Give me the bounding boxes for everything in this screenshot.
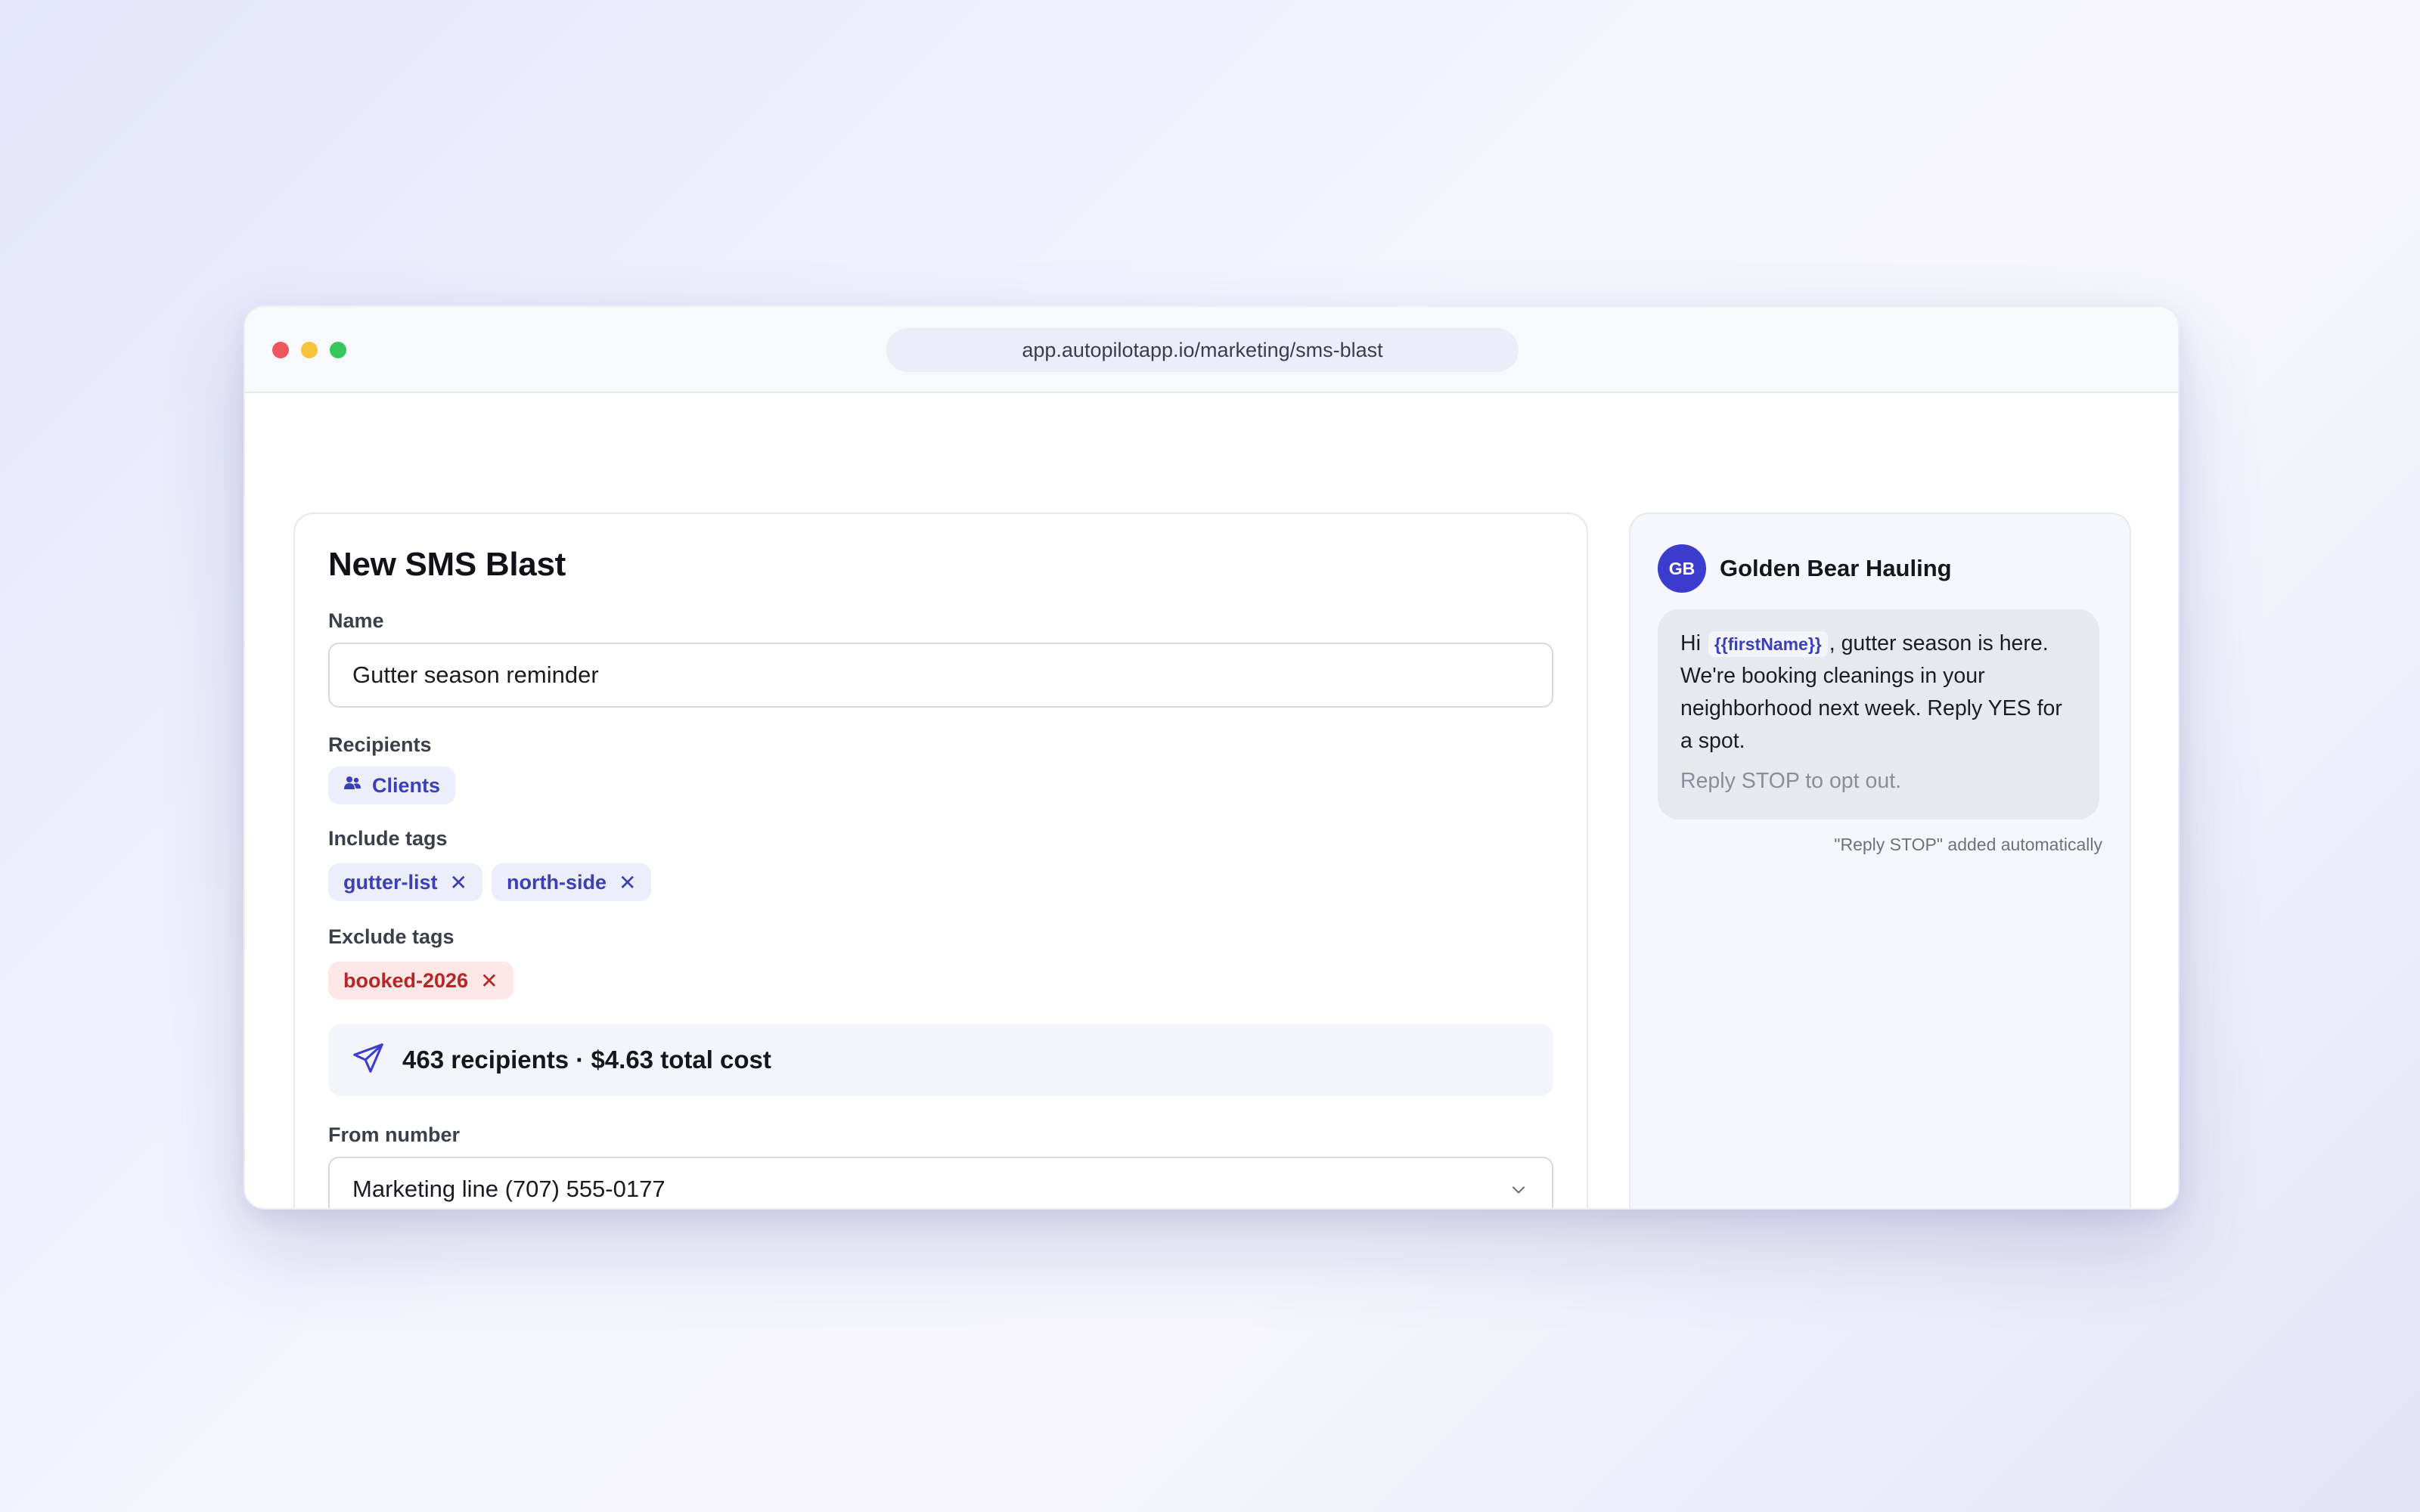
name-label: Name [328, 609, 384, 632]
message-bubble: Hi {{firstName}}, gutter season is here.… [1658, 609, 2099, 820]
page-title: New SMS Blast [328, 546, 566, 583]
exclude-tags-label: Exclude tags [328, 925, 455, 948]
business-name: Golden Bear Hauling [1720, 555, 1952, 581]
opt-out-text: Reply STOP to opt out. [1680, 769, 1902, 793]
first-name-variable: {{firstName}} [1708, 631, 1828, 657]
browser-window: app.autopilotapp.io/marketing/sms-blast … [244, 305, 2180, 1210]
tag-label: booked-2026 [343, 968, 469, 992]
sms-preview: GB Golden Bear Hauling Hi {{firstName}},… [1629, 513, 2131, 1208]
message-body: Hi {{firstName}}, gutter season is here.… [1680, 627, 2077, 758]
exclude-tag-chip: booked-2026 ✕ [328, 962, 513, 999]
include-tags-label: Include tags [328, 827, 448, 850]
sms-blast-form: New SMS Blast Name Gutter season reminde… [293, 513, 1588, 1208]
remove-tag-icon[interactable]: ✕ [619, 870, 636, 895]
maximize-window-button[interactable] [330, 342, 346, 358]
include-tag-chip: north-side ✕ [492, 863, 652, 901]
recipients-chip-label: Clients [372, 773, 441, 797]
chevron-down-icon [1508, 1179, 1529, 1201]
recipients-chip-clients[interactable]: Clients [328, 767, 456, 804]
auto-added-note: "Reply STOP" added automatically [1834, 835, 2102, 854]
remove-tag-icon[interactable]: ✕ [480, 968, 498, 993]
remove-tag-icon[interactable]: ✕ [450, 870, 467, 895]
from-number-select[interactable]: Marketing line (707) 555-0177 [328, 1157, 1553, 1208]
send-icon [351, 1041, 402, 1080]
close-window-button[interactable] [272, 342, 289, 358]
page-content: New SMS Blast Name Gutter season reminde… [245, 392, 2178, 1208]
message-greeting: Hi [1680, 631, 1701, 655]
tag-label: gutter-list [343, 870, 438, 894]
minimize-window-button[interactable] [301, 342, 318, 358]
from-number-value: Marketing line (707) 555-0177 [352, 1176, 666, 1202]
address-bar[interactable]: app.autopilotapp.io/marketing/sms-blast [886, 328, 1519, 372]
users-icon [343, 775, 361, 796]
summary-text: 463 recipients · $4.63 total cost [402, 1046, 771, 1074]
avatar: GB [1658, 544, 1706, 593]
name-input[interactable]: Gutter season reminder [328, 643, 1553, 708]
recipients-label: Recipients [328, 733, 432, 756]
from-number-label: From number [328, 1123, 461, 1146]
cost-summary: 463 recipients · $4.63 total cost [328, 1024, 1553, 1096]
title-bar: app.autopilotapp.io/marketing/sms-blast [245, 307, 2178, 393]
tag-label: north-side [507, 870, 607, 894]
include-tag-chip: gutter-list ✕ [328, 863, 482, 901]
